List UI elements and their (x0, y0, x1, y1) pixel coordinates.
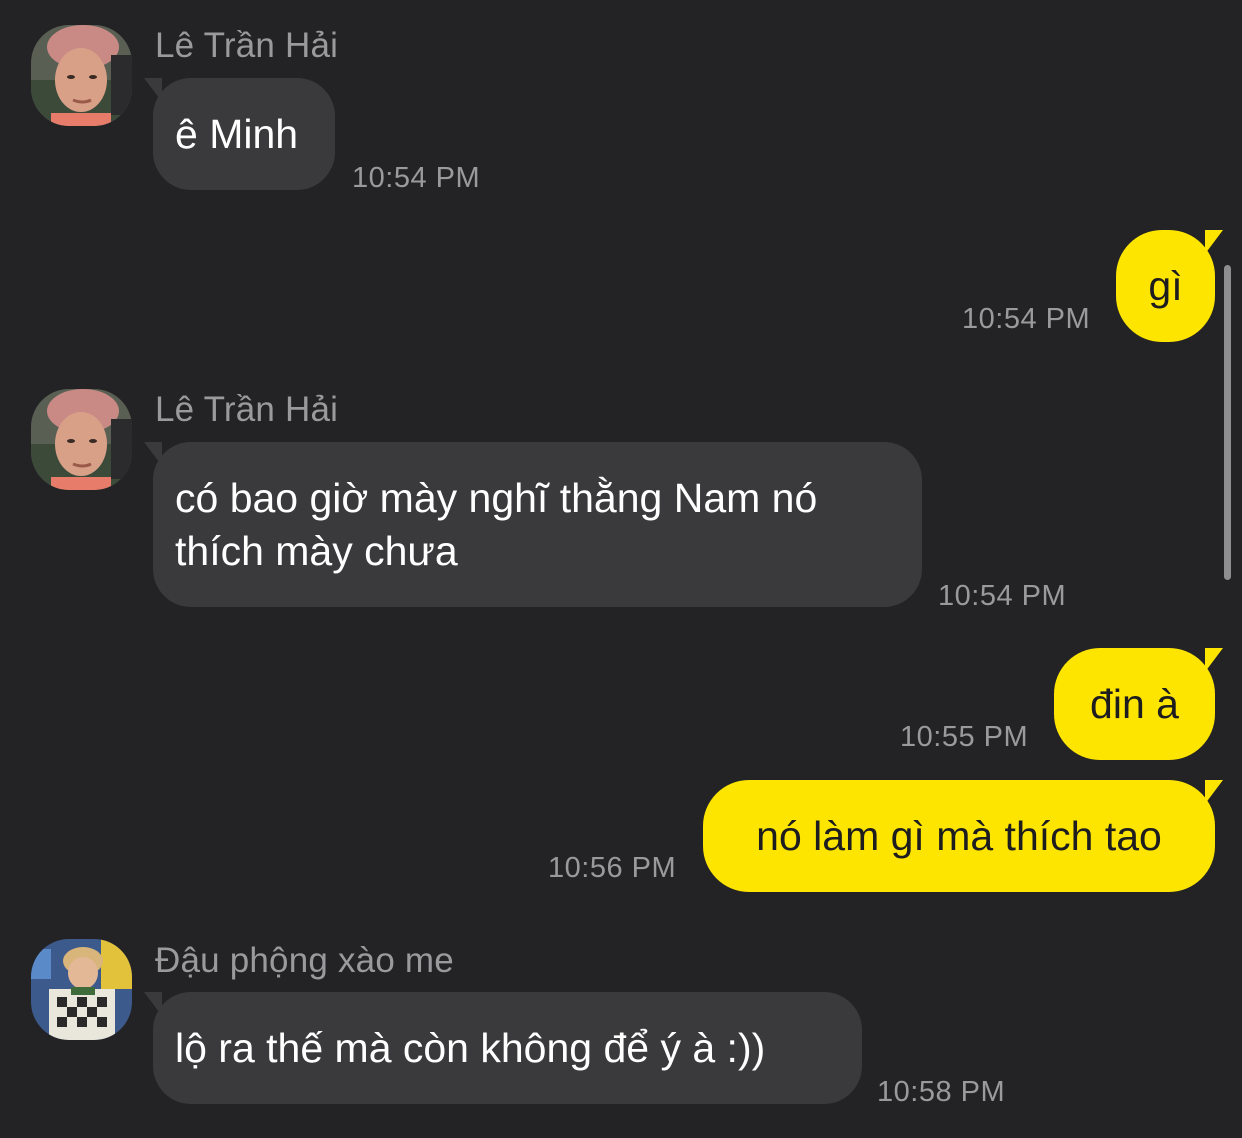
avatar-le-tran-hai[interactable] (31, 389, 132, 490)
avatar-le-tran-hai[interactable] (31, 25, 132, 126)
message-timestamp: 10:54 PM (962, 303, 1091, 335)
outgoing-message-bubble[interactable]: đin à (1054, 648, 1223, 760)
message-timestamp: 10:54 PM (352, 162, 481, 194)
message-timestamp: 10:56 PM (548, 852, 677, 884)
outgoing-message-bubble[interactable]: nó làm gì mà thích tao (703, 780, 1223, 892)
avatar-photo (31, 25, 132, 126)
avatar-photo (31, 389, 132, 490)
sender-name: Đậu phộng xào me (155, 941, 454, 980)
message-timestamp: 10:58 PM (877, 1076, 1006, 1108)
incoming-message-bubble[interactable]: có bao giờ mày nghĩ thằng Nam nó thích m… (144, 442, 922, 607)
incoming-message-bubble[interactable]: lộ ra thế mà còn không để ý à :)) (144, 992, 862, 1104)
outgoing-message-bubble[interactable]: gì (1116, 230, 1223, 342)
sender-name: Lê Trần Hải (155, 26, 339, 65)
sender-name: Lê Trần Hải (155, 390, 339, 429)
message-timestamp: 10:54 PM (938, 580, 1067, 612)
avatar-dau-phong-xao-me[interactable] (31, 939, 132, 1040)
scrollbar[interactable] (1224, 265, 1231, 580)
avatar-photo (31, 939, 132, 1040)
message-timestamp: 10:55 PM (900, 721, 1029, 753)
incoming-message-bubble[interactable]: ê Minh (144, 78, 335, 190)
